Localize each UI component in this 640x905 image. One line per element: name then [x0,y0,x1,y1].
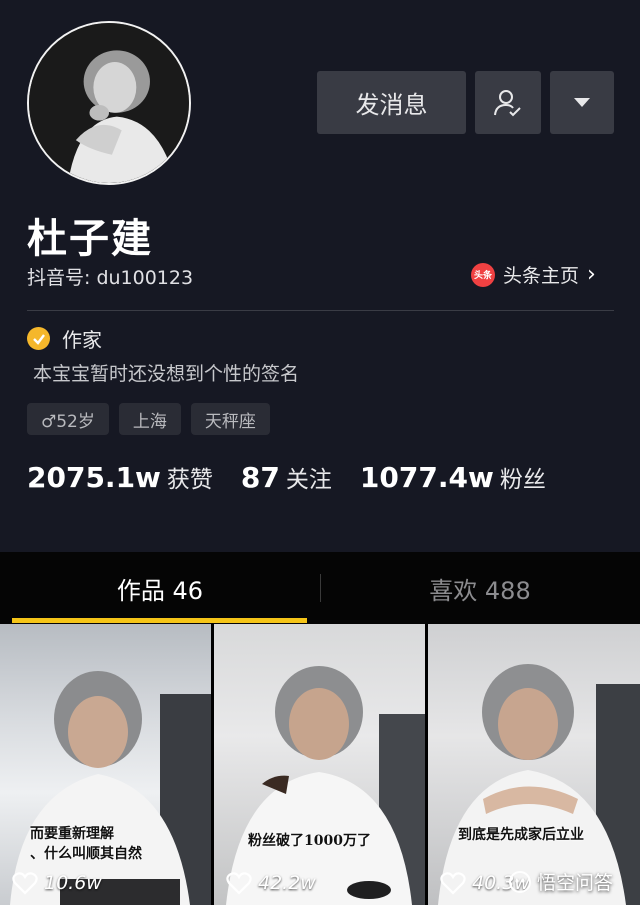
stat-likes[interactable]: 2075.1w 获赞 [27,460,213,494]
account-id: 抖音号: du100123 [27,267,194,289]
send-message-label: 发消息 [355,91,428,119]
watermark-text: 悟空问答 [537,872,614,894]
tab-likes[interactable]: 喜欢 488 [320,552,640,624]
avatar-photo [29,23,189,183]
video-caption: 到底是先成家后立业 [458,827,584,843]
video-grid: 而要重新理解 、什么叫顺其自然 10.6w 粉丝破了1000万了 42.2w 到… [0,624,640,905]
content-tabs: 作品 46 喜欢 488 [0,552,640,624]
verified-check-icon [27,327,50,350]
send-message-button[interactable]: 发消息 [317,71,466,134]
toutiao-logo-icon: 头条 [471,262,495,287]
stat-followers-value: 1077.4w [359,461,494,494]
stat-following[interactable]: 87 关注 [241,460,332,494]
divider [27,310,614,311]
stat-followers[interactable]: 1077.4w 粉丝 [360,460,546,494]
video-like-count: 10.6w [12,871,102,895]
follow-user-button[interactable] [475,71,541,134]
video-caption: 粉丝破了1000万了 [248,833,371,849]
signature: 本宝宝暂时还没想到个性的签名 [33,363,300,385]
toutiao-label: 头条主页 [503,265,580,287]
tab-works[interactable]: 作品 46 [0,552,320,624]
toutiao-homepage-link[interactable]: 头条 头条主页 › [471,261,596,288]
avatar[interactable] [27,21,191,185]
video-thumbnail[interactable]: 到底是先成家后立业 40.3w [428,624,640,905]
video-thumbnail[interactable]: 而要重新理解 、什么叫顺其自然 10.6w [0,624,211,905]
heart-icon [440,872,466,895]
stat-following-value: 87 [240,461,280,494]
wukong-watermark: 悟空问答 [508,868,613,895]
tag-gender-age: ♂52岁 [27,403,109,435]
tag-location: 上海 [118,403,181,435]
profile-tags: ♂52岁 上海 天秤座 [27,403,270,435]
more-options-button[interactable] [550,71,614,134]
video-frame-image [438,664,640,905]
caret-down-icon [574,98,590,107]
wukong-logo-icon [509,870,531,893]
verification-title: 作家 [62,328,102,352]
video-frame-image [226,666,425,905]
video-caption: 而要重新理解 、什么叫顺其自然 [30,826,142,862]
stat-likes-value: 2075.1w [27,461,161,494]
video-like-value: 42.2w [258,872,316,894]
stat-likes-label: 获赞 [166,467,213,493]
video-thumbnail[interactable]: 粉丝破了1000万了 42.2w [214,624,425,905]
chevron-right-icon: › [587,262,596,287]
verification-row: 作家 [27,324,102,353]
active-tab-indicator [12,618,307,623]
profile-stats: 2075.1w 获赞 87 关注 1077.4w 粉丝 [27,460,574,494]
video-like-value: 10.6w [44,872,102,894]
user-follow-icon [494,89,521,116]
tag-zodiac: 天秤座 [190,403,270,435]
video-like-count: 42.2w [226,871,316,895]
heart-icon [12,872,38,895]
profile-header: 发消息 杜子建 抖音号: du100123 头条 头条主页 › 作家 本宝宝暂时… [0,0,640,552]
stat-followers-label: 粉丝 [499,467,546,493]
profile-name: 杜子建 [27,216,153,262]
heart-icon [226,872,252,895]
stat-following-label: 关注 [285,467,332,493]
